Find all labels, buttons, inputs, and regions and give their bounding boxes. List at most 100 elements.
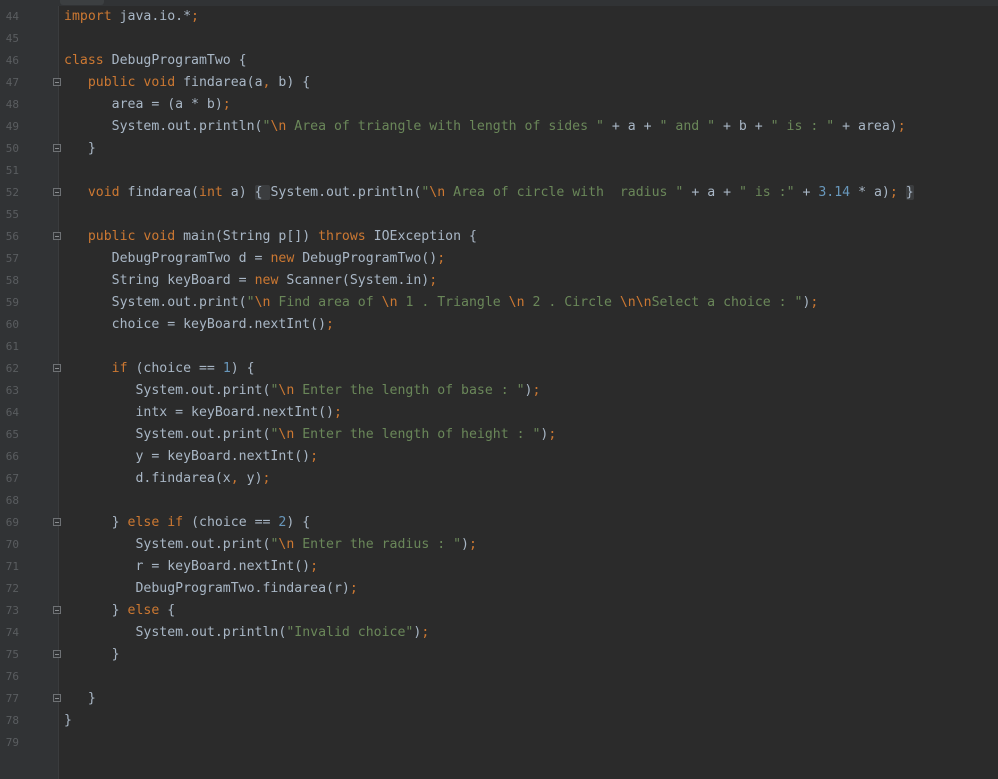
code-line[interactable]: 66 y = keyBoard.nextInt();	[0, 446, 998, 468]
line-number: 58	[5, 274, 19, 287]
line-number: 63	[5, 384, 19, 397]
code-line[interactable]: 48 area = (a * b);	[0, 94, 998, 116]
line-number: 67	[5, 472, 19, 485]
code-token: )	[461, 537, 469, 552]
code-token: ;	[349, 581, 358, 596]
code-text[interactable]: class DebugProgramTwo {	[64, 50, 247, 72]
code-line[interactable]: 49 System.out.println("\n Area of triang…	[0, 116, 998, 138]
code-token: DebugProgramTwo.findarea(r)	[64, 581, 350, 596]
code-text[interactable]: String keyBoard = new Scanner(System.in)…	[64, 270, 438, 292]
code-text[interactable]: import java.io.*;	[64, 6, 199, 28]
code-text[interactable]: System.out.print("\n Enter the length of…	[64, 424, 556, 446]
code-token: {	[167, 603, 176, 618]
code-token: Enter the length of base : "	[294, 383, 525, 398]
code-text[interactable]: } else if (choice == 2) {	[64, 512, 311, 534]
code-token: y)	[246, 471, 263, 486]
code-text[interactable]: area = (a * b);	[64, 94, 231, 116]
fold-toggle-icon[interactable]	[53, 518, 61, 526]
code-text[interactable]: System.out.print("\n Enter the length of…	[64, 380, 540, 402]
code-line[interactable]: 79	[0, 732, 998, 754]
code-line[interactable]: 69 } else if (choice == 2) {	[0, 512, 998, 534]
code-line[interactable]: 61	[0, 336, 998, 358]
code-line[interactable]: 50 }	[0, 138, 998, 160]
code-token: }	[64, 713, 72, 728]
code-line[interactable]: 71 r = keyBoard.nextInt();	[0, 556, 998, 578]
code-line[interactable]: 64 intx = keyBoard.nextInt();	[0, 402, 998, 424]
code-line[interactable]: 51	[0, 160, 998, 182]
code-line[interactable]: 58 String keyBoard = new Scanner(System.…	[0, 270, 998, 292]
fold-toggle-icon[interactable]	[53, 364, 61, 372]
code-line[interactable]: 56 public void main(String p[]) throws I…	[0, 226, 998, 248]
code-token: \n	[254, 295, 271, 310]
code-line[interactable]: 70 System.out.print("\n Enter the radius…	[0, 534, 998, 556]
code-line[interactable]: 65 System.out.print("\n Enter the length…	[0, 424, 998, 446]
line-number: 51	[5, 164, 19, 177]
code-text[interactable]: d.findarea(x, y);	[64, 468, 270, 490]
code-text[interactable]: System.out.println("Invalid choice");	[64, 622, 429, 644]
code-text[interactable]: y = keyBoard.nextInt();	[64, 446, 318, 468]
code-line[interactable]: 47 public void findarea(a, b) {	[0, 72, 998, 94]
code-token: System.out.println(	[64, 625, 287, 640]
code-line[interactable]: 74 System.out.println("Invalid choice");	[0, 622, 998, 644]
code-line[interactable]: 75 }	[0, 644, 998, 666]
code-line[interactable]: 63 System.out.print("\n Enter the length…	[0, 380, 998, 402]
scrolled-line-edge	[60, 0, 104, 5]
line-number: 56	[5, 230, 19, 243]
code-line[interactable]: 57 DebugProgramTwo d = new DebugProgramT…	[0, 248, 998, 270]
fold-toggle-icon[interactable]	[53, 144, 61, 152]
code-text[interactable]: }	[64, 688, 96, 710]
code-text[interactable]: DebugProgramTwo d = new DebugProgramTwo(…	[64, 248, 446, 270]
code-editor[interactable]: 44 import java.io.*; 45 46 class DebugProgra…	[0, 0, 998, 779]
code-line[interactable]: 72 DebugProgramTwo.findarea(r);	[0, 578, 998, 600]
code-text[interactable]: r = keyBoard.nextInt();	[64, 556, 318, 578]
code-line[interactable]: 62 if (choice == 1) {	[0, 358, 998, 380]
code-token: }	[64, 603, 128, 618]
code-token: ,	[262, 75, 279, 90]
code-line[interactable]: 55	[0, 204, 998, 226]
code-text[interactable]: if (choice == 1) {	[64, 358, 255, 380]
code-token: d.findarea(x	[64, 471, 231, 486]
fold-toggle-icon[interactable]	[53, 78, 61, 86]
code-line[interactable]: 73 } else {	[0, 600, 998, 622]
code-token: System.out.println(	[270, 185, 422, 200]
code-token: else if	[127, 515, 192, 530]
code-text[interactable]: DebugProgramTwo.findarea(r);	[64, 578, 358, 600]
code-text[interactable]: intx = keyBoard.nextInt();	[64, 402, 341, 424]
fold-toggle-icon[interactable]	[53, 232, 61, 240]
line-number: 69	[5, 516, 19, 529]
code-text[interactable]: }	[64, 710, 72, 732]
code-text[interactable]: void findarea(int a) { System.out.printl…	[64, 182, 914, 204]
code-text[interactable]: System.out.print("\n Find area of \n 1 .…	[64, 292, 819, 314]
code-line[interactable]: 45	[0, 28, 998, 50]
code-text[interactable]: System.out.print("\n Enter the radius : …	[64, 534, 476, 556]
code-line[interactable]: 59 System.out.print("\n Find area of \n …	[0, 292, 998, 314]
code-text[interactable]: }	[64, 138, 96, 160]
code-token: + a +	[683, 185, 739, 200]
code-text[interactable]: System.out.println("\n Area of triangle …	[64, 116, 906, 138]
code-text[interactable]: choice = keyBoard.nextInt();	[64, 314, 334, 336]
code-line[interactable]: 44 import java.io.*;	[0, 6, 998, 28]
fold-toggle-icon[interactable]	[53, 606, 61, 614]
code-text[interactable]: public void findarea(a, b) {	[64, 72, 310, 94]
line-number: 68	[5, 494, 19, 507]
code-line[interactable]: 46 class DebugProgramTwo {	[0, 50, 998, 72]
code-line[interactable]: 60 choice = keyBoard.nextInt();	[0, 314, 998, 336]
code-token: \n	[381, 295, 398, 310]
code-line[interactable]: 76	[0, 666, 998, 688]
fold-toggle-icon[interactable]	[53, 650, 61, 658]
code-line[interactable]: 68	[0, 490, 998, 512]
code-text[interactable]: } else {	[64, 600, 176, 622]
code-token: System.out.print(	[64, 427, 271, 442]
code-line[interactable]: 77 }	[0, 688, 998, 710]
code-token: ;	[191, 9, 199, 24]
code-line[interactable]: 52 void findarea(int a) { System.out.pri…	[0, 182, 998, 204]
code-text[interactable]: }	[64, 644, 120, 666]
line-number: 59	[5, 296, 19, 309]
code-token: void	[87, 185, 128, 200]
fold-toggle-icon[interactable]	[53, 188, 61, 196]
line-number: 46	[5, 54, 19, 67]
fold-toggle-icon[interactable]	[53, 694, 61, 702]
code-line[interactable]: 78}	[0, 710, 998, 732]
code-text[interactable]: public void main(String p[]) throws IOEx…	[64, 226, 477, 248]
code-line[interactable]: 67 d.findarea(x, y);	[0, 468, 998, 490]
